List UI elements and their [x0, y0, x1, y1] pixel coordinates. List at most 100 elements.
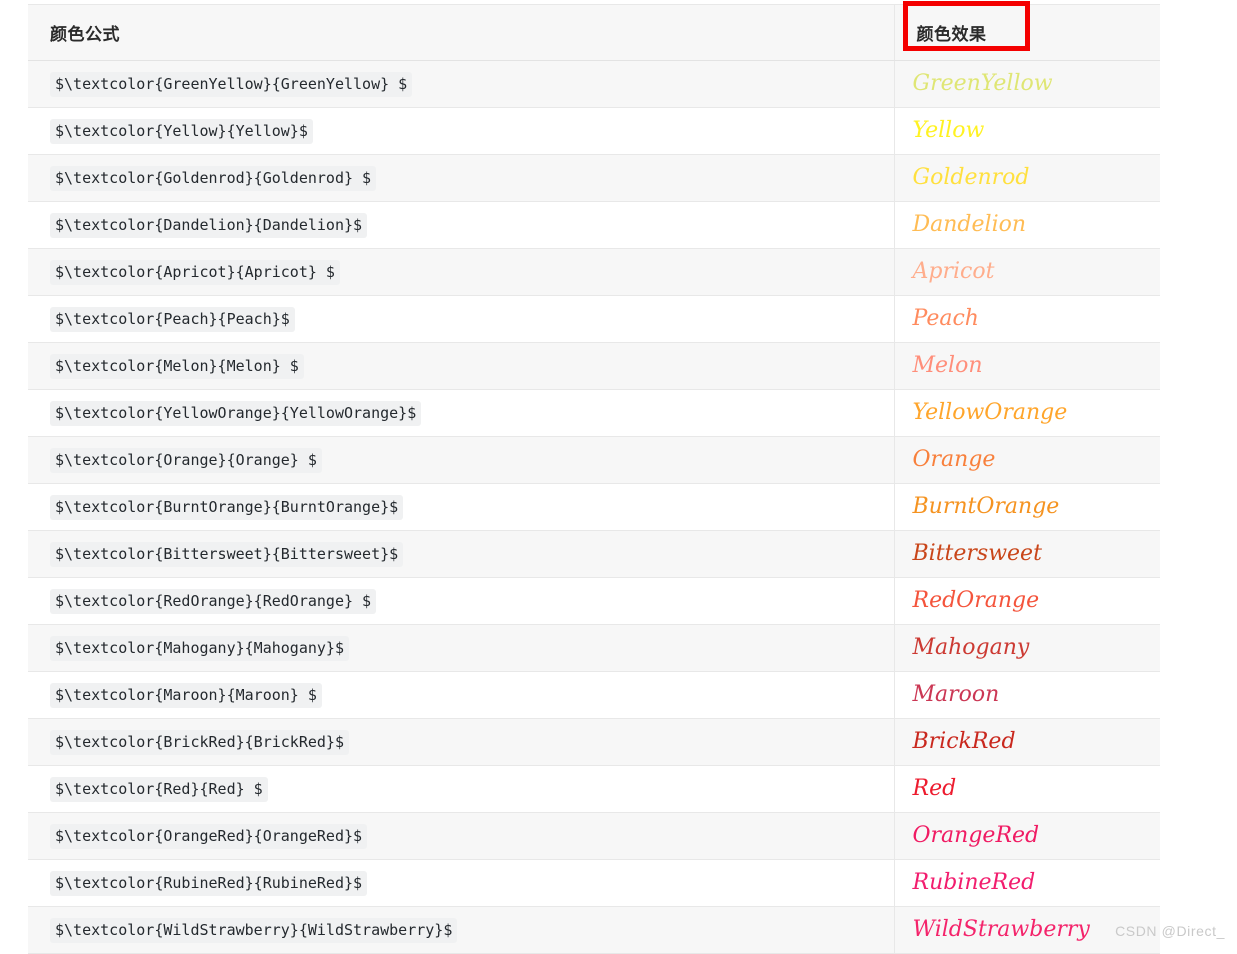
- formula-cell: $\textcolor{Peach}{Peach}$: [28, 295, 894, 343]
- latex-formula: $\textcolor{Dandelion}{Dandelion}$: [50, 212, 368, 238]
- effect-cell: Dandelion: [893, 201, 1160, 249]
- effect-cell: Yellow: [893, 107, 1160, 155]
- formula-cell: $\textcolor{YellowOrange}{YellowOrange}$: [28, 389, 894, 437]
- table-row: $\textcolor{Mahogany}{Mahogany}$ Mahogany: [28, 624, 1160, 672]
- color-sample: Orange: [912, 447, 996, 472]
- color-sample: Yellow: [912, 118, 985, 143]
- effect-cell: OrangeRed: [893, 812, 1160, 860]
- color-sample: Red: [912, 776, 957, 801]
- latex-formula: $\textcolor{Apricot}{Apricot} $: [50, 259, 340, 285]
- color-sample: RubineRed: [912, 870, 1036, 895]
- effect-cell: RubineRed: [893, 859, 1160, 907]
- formula-cell: $\textcolor{BrickRed}{BrickRed}$: [28, 718, 894, 766]
- effect-cell: Goldenrod: [893, 154, 1160, 202]
- table-row: $\textcolor{OrangeRed}{OrangeRed}$ Orange…: [28, 812, 1160, 860]
- color-sample: Goldenrod: [912, 165, 1030, 190]
- color-sample: Peach: [912, 306, 979, 331]
- formula-cell: $\textcolor{Red}{Red} $: [28, 765, 894, 813]
- formula-cell: $\textcolor{Orange}{Orange} $: [28, 436, 894, 484]
- latex-formula: $\textcolor{Red}{Red} $: [50, 776, 268, 802]
- color-sample: Apricot: [912, 259, 995, 284]
- effect-cell: Melon: [893, 342, 1160, 390]
- latex-formula: $\textcolor{Yellow}{Yellow}$: [50, 118, 313, 144]
- table-body: $\textcolor{GreenYellow}{GreenYellow} $ G…: [28, 60, 1160, 954]
- effect-cell: Maroon: [893, 671, 1160, 719]
- effect-cell: Red: [893, 765, 1160, 813]
- column-header-formula: 颜色公式: [28, 4, 894, 61]
- color-sample: BrickRed: [912, 729, 1016, 754]
- table-row: $\textcolor{Dandelion}{Dandelion}$ Dandel…: [28, 201, 1160, 249]
- table-row: $\textcolor{GreenYellow}{GreenYellow} $ G…: [28, 60, 1160, 108]
- effect-cell: Peach: [893, 295, 1160, 343]
- table-row: $\textcolor{Red}{Red} $ Red: [28, 765, 1160, 813]
- formula-cell: $\textcolor{WildStrawberry}{WildStrawber…: [28, 906, 894, 954]
- formula-cell: $\textcolor{GreenYellow}{GreenYellow} $: [28, 60, 894, 108]
- table-row: $\textcolor{Peach}{Peach}$ Peach: [28, 295, 1160, 343]
- effect-cell: Mahogany: [893, 624, 1160, 672]
- csdn-watermark: CSDN @Direct_: [1115, 923, 1225, 939]
- formula-cell: $\textcolor{Goldenrod}{Goldenrod} $: [28, 154, 894, 202]
- formula-cell: $\textcolor{RubineRed}{RubineRed}$: [28, 859, 894, 907]
- formula-cell: $\textcolor{Yellow}{Yellow}$: [28, 107, 894, 155]
- effect-cell: Apricot: [893, 248, 1160, 296]
- color-sample: Dandelion: [912, 212, 1027, 237]
- latex-formula: $\textcolor{Orange}{Orange} $: [50, 447, 322, 473]
- formula-cell: $\textcolor{Maroon}{Maroon} $: [28, 671, 894, 719]
- table-row: $\textcolor{Apricot}{Apricot} $ Apricot: [28, 248, 1160, 296]
- table-row: $\textcolor{BurntOrange}{BurntOrange}$ Bu…: [28, 483, 1160, 531]
- table-row: $\textcolor{YellowOrange}{YellowOrange}$…: [28, 389, 1160, 437]
- table-row: $\textcolor{Bittersweet}{Bittersweet}$ Bi…: [28, 530, 1160, 578]
- effect-cell: BrickRed: [893, 718, 1160, 766]
- table-row: $\textcolor{Yellow}{Yellow}$ Yellow: [28, 107, 1160, 155]
- color-sample: YellowOrange: [912, 400, 1068, 425]
- latex-formula: $\textcolor{Bittersweet}{Bittersweet}$: [50, 541, 404, 567]
- table-row: $\textcolor{BrickRed}{BrickRed}$ BrickRed: [28, 718, 1160, 766]
- formula-cell: $\textcolor{Mahogany}{Mahogany}$: [28, 624, 894, 672]
- formula-cell: $\textcolor{RedOrange}{RedOrange} $: [28, 577, 894, 625]
- latex-formula: $\textcolor{Mahogany}{Mahogany}$: [50, 635, 349, 661]
- latex-formula: $\textcolor{BurntOrange}{BurntOrange}$: [50, 494, 404, 520]
- latex-formula: $\textcolor{OrangeRed}{OrangeRed}$: [50, 823, 368, 849]
- effect-cell: Orange: [893, 436, 1160, 484]
- effect-cell: RedOrange: [893, 577, 1160, 625]
- latex-formula: $\textcolor{RedOrange}{RedOrange} $: [50, 588, 377, 614]
- color-sample: Melon: [912, 353, 983, 378]
- table-row: $\textcolor{Goldenrod}{Goldenrod} $ Golde…: [28, 154, 1160, 202]
- color-sample: WildStrawberry: [912, 917, 1090, 942]
- effect-cell: Bittersweet: [893, 530, 1160, 578]
- effect-cell: GreenYellow: [893, 60, 1160, 108]
- latex-formula: $\textcolor{WildStrawberry}{WildStrawber…: [50, 917, 458, 943]
- formula-cell: $\textcolor{BurntOrange}{BurntOrange}$: [28, 483, 894, 531]
- formula-cell: $\textcolor{Bittersweet}{Bittersweet}$: [28, 530, 894, 578]
- latex-formula: $\textcolor{BrickRed}{BrickRed}$: [50, 729, 349, 755]
- effect-cell: YellowOrange: [893, 389, 1160, 437]
- table-row: $\textcolor{RedOrange}{RedOrange} $ RedOr…: [28, 577, 1160, 625]
- table-row: $\textcolor{WildStrawberry}{WildStrawber…: [28, 906, 1160, 954]
- latex-formula: $\textcolor{Peach}{Peach}$: [50, 306, 295, 332]
- color-sample: Maroon: [912, 682, 1000, 707]
- color-sample: GreenYellow: [912, 71, 1053, 96]
- color-sample: RedOrange: [912, 588, 1040, 613]
- latex-formula: $\textcolor{YellowOrange}{YellowOrange}$: [50, 400, 422, 426]
- latex-formula: $\textcolor{Maroon}{Maroon} $: [50, 682, 322, 708]
- formula-cell: $\textcolor{Melon}{Melon} $: [28, 342, 894, 390]
- latex-formula: $\textcolor{RubineRed}{RubineRed}$: [50, 870, 368, 896]
- latex-formula: $\textcolor{GreenYellow}{GreenYellow} $: [50, 71, 413, 97]
- table-header: 颜色公式 颜色效果: [28, 4, 1160, 61]
- table-header-row: 颜色公式 颜色效果: [28, 4, 1160, 61]
- column-header-effect: 颜色效果: [893, 4, 1160, 61]
- table-row: $\textcolor{Melon}{Melon} $ Melon: [28, 342, 1160, 390]
- table-row: $\textcolor{Maroon}{Maroon} $ Maroon: [28, 671, 1160, 719]
- color-sample: OrangeRed: [912, 823, 1040, 848]
- table-row: $\textcolor{Orange}{Orange} $ Orange: [28, 436, 1160, 484]
- latex-formula: $\textcolor{Melon}{Melon} $: [50, 353, 304, 379]
- color-sample: Bittersweet: [912, 541, 1042, 566]
- effect-cell: BurntOrange: [893, 483, 1160, 531]
- formula-cell: $\textcolor{Apricot}{Apricot} $: [28, 248, 894, 296]
- color-sample: Mahogany: [912, 635, 1030, 660]
- page-root: 颜色公式 颜色效果 $\textcolor{GreenYellow}{Green…: [0, 0, 1237, 954]
- table-row: $\textcolor{RubineRed}{RubineRed}$ Rubine…: [28, 859, 1160, 907]
- latex-formula: $\textcolor{Goldenrod}{Goldenrod} $: [50, 165, 377, 191]
- latex-color-table: 颜色公式 颜色效果 $\textcolor{GreenYellow}{Green…: [28, 4, 1160, 954]
- formula-cell: $\textcolor{OrangeRed}{OrangeRed}$: [28, 812, 894, 860]
